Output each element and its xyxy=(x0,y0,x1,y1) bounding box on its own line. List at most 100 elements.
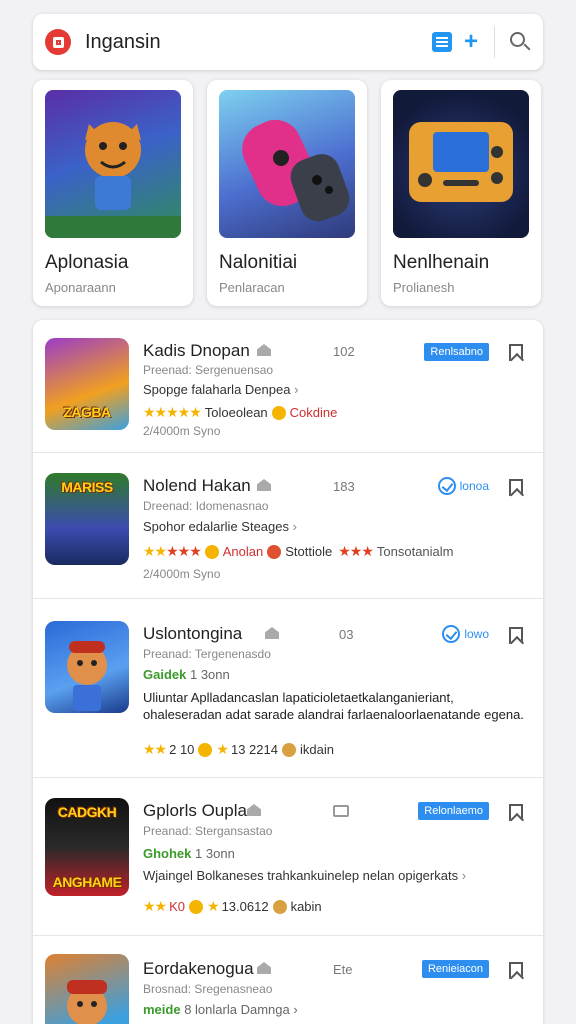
house-icon xyxy=(257,344,271,356)
rating-number: K0 xyxy=(169,899,186,914)
app-description: Spopge falaharla Denpea › xyxy=(143,382,298,397)
release-label: meide xyxy=(143,1002,181,1017)
chevron-right-icon: › xyxy=(294,382,299,397)
bookmark-icon[interactable] xyxy=(509,479,523,496)
rating-stars-red-icon: ★★★ xyxy=(338,543,374,559)
rating-tag: kabin xyxy=(290,899,322,914)
rating-number: 2 10 xyxy=(169,742,195,757)
app-number: 102 xyxy=(333,344,355,359)
star-icon: ★ xyxy=(207,898,220,914)
list-icon[interactable] xyxy=(431,32,452,52)
rating-tag: ikdain xyxy=(299,742,334,757)
rating-tail: Tonsotanialm xyxy=(376,544,454,559)
status-badge[interactable]: Relonlaemo xyxy=(418,802,489,820)
verified-label: lonoa xyxy=(459,479,489,493)
emoji-icon xyxy=(198,742,213,757)
thumbnail-text: ZAGBA xyxy=(63,404,111,420)
release-value: 1 3onn xyxy=(189,667,230,682)
rating-mid: Stottiole xyxy=(285,544,333,559)
featured-image xyxy=(219,90,355,238)
thumbnail-text: MARISS xyxy=(61,479,113,495)
app-meta: Preenad: Sergenuensao xyxy=(143,363,274,377)
thumbnail-text: CADGKH xyxy=(57,804,117,820)
featured-title: Aplonasia xyxy=(45,252,129,273)
list-item[interactable]: MARISS Nolend Hakan 183 lonoa Dreenad: I… xyxy=(33,453,543,599)
plus-icon[interactable]: + xyxy=(464,30,478,54)
chevron-right-icon: › xyxy=(461,868,467,883)
app-logo-icon[interactable] xyxy=(45,29,71,55)
image-icon xyxy=(333,805,349,817)
app-meta: Brosnad: Sregenasneao xyxy=(143,982,273,996)
emoji-icon xyxy=(281,742,296,757)
app-description: Spohor edalarlie Steages › xyxy=(143,519,297,534)
house-icon xyxy=(247,804,261,816)
featured-title: Nalonitiai xyxy=(219,252,298,273)
status-badge[interactable]: Renlsabno xyxy=(424,343,489,361)
app-footer: 2/4000m Syno xyxy=(143,424,221,438)
star-icon: ★ xyxy=(216,741,229,757)
app-name: Gplorls Oupla xyxy=(143,801,247,820)
app-long-description: Uliuntar Aplladancaslan lapaticioletaetk… xyxy=(143,690,524,722)
app-list: ZAGBA Kadis Dnopan 102 Renlsabno Preenad… xyxy=(33,320,543,1024)
chevron-right-icon: › xyxy=(292,519,297,534)
featured-card-2[interactable]: Nalonitiai Penlaracan xyxy=(207,80,367,306)
list-item[interactable]: Uslontongina 03 lowo Preanad: Tergenenas… xyxy=(33,599,543,778)
house-icon xyxy=(257,962,271,974)
rating-text: Anolan xyxy=(222,544,264,559)
app-thumbnail: CADGKH ANGHAME xyxy=(45,798,129,896)
app-name: Uslontongina xyxy=(143,624,243,643)
app-number: Ete xyxy=(333,962,353,977)
app-thumbnail xyxy=(45,954,129,1024)
app-long-description: Wjaingel Bolkaneses trahkankuinelep nela… xyxy=(143,868,459,883)
app-thumbnail: ZAGBA xyxy=(45,338,129,430)
app-description-text: Spohor edalarlie Steages xyxy=(143,519,289,534)
bookmark-icon[interactable] xyxy=(509,627,523,644)
check-circle-icon xyxy=(437,477,456,495)
release-info: meide 8 lonlarla Damnga › xyxy=(143,1002,298,1017)
header-divider xyxy=(494,26,495,58)
rating-tag: Cokdine xyxy=(289,405,338,420)
rating-stars-icon: ★★ xyxy=(143,543,167,559)
app-footer: 2/4000m Syno xyxy=(143,567,221,581)
thumbnail-text-2: ANGHAME xyxy=(52,874,122,890)
house-icon xyxy=(257,479,271,491)
rating-number-2: 13 2214 xyxy=(230,742,278,757)
release-value: 8 lonlarla Damnga xyxy=(184,1002,290,1017)
rating-row: ★★★★★ Toloeolean Cokdine xyxy=(143,404,337,421)
bookmark-icon[interactable] xyxy=(509,962,523,979)
emoji-icon xyxy=(267,544,282,559)
featured-subtitle: Prolianesh xyxy=(393,280,455,295)
rating-stars-icon: ★★★★★ xyxy=(143,404,202,420)
featured-card-1[interactable]: Aplonasia Aponaraann xyxy=(33,80,193,306)
app-header: Ingansin + xyxy=(33,14,543,70)
featured-image xyxy=(45,90,181,238)
app-name: Kadis Dnopan xyxy=(143,341,250,360)
verified-badge[interactable]: lonoa xyxy=(437,477,489,495)
app-meta: Preanad: Stergansastao xyxy=(143,824,273,838)
bookmark-icon[interactable] xyxy=(509,804,523,821)
bookmark-icon[interactable] xyxy=(509,344,523,361)
release-label: Ghohek xyxy=(143,846,192,861)
app-name: Eordakenogua xyxy=(143,959,254,978)
app-name: Nolend Hakan xyxy=(143,476,251,495)
app-number: 03 xyxy=(339,627,354,642)
search-icon[interactable] xyxy=(509,31,531,53)
list-item[interactable]: CADGKH ANGHAME Gplorls Oupla Relonlaemo … xyxy=(33,778,543,936)
verified-badge[interactable]: lowo xyxy=(442,625,489,643)
featured-subtitle: Aponaraann xyxy=(45,280,116,295)
release-info: Ghohek 1 3onn xyxy=(143,846,235,861)
emoji-icon xyxy=(189,899,204,914)
emoji-icon xyxy=(204,544,219,559)
featured-subtitle: Penlaracan xyxy=(219,280,285,295)
list-item[interactable]: Eordakenogua Ete Renieiacon Brosnad: Sre… xyxy=(33,936,543,1024)
status-badge[interactable]: Renieiacon xyxy=(421,960,489,978)
release-info: Gaidek 1 3onn xyxy=(143,667,230,682)
verified-label: lowo xyxy=(464,627,489,641)
rating-stars-icon: ★★ xyxy=(143,741,167,757)
app-number: 183 xyxy=(333,479,355,494)
rating-row: ★★ ★★★ Anolan Stottiole ★★★ Tonsotanialm xyxy=(143,543,454,560)
featured-title: Nenlhenain xyxy=(393,252,490,273)
emoji-icon xyxy=(272,899,287,914)
featured-card-3[interactable]: Nenlhenain Prolianesh xyxy=(381,80,541,306)
list-item[interactable]: ZAGBA Kadis Dnopan 102 Renlsabno Preenad… xyxy=(33,320,543,453)
